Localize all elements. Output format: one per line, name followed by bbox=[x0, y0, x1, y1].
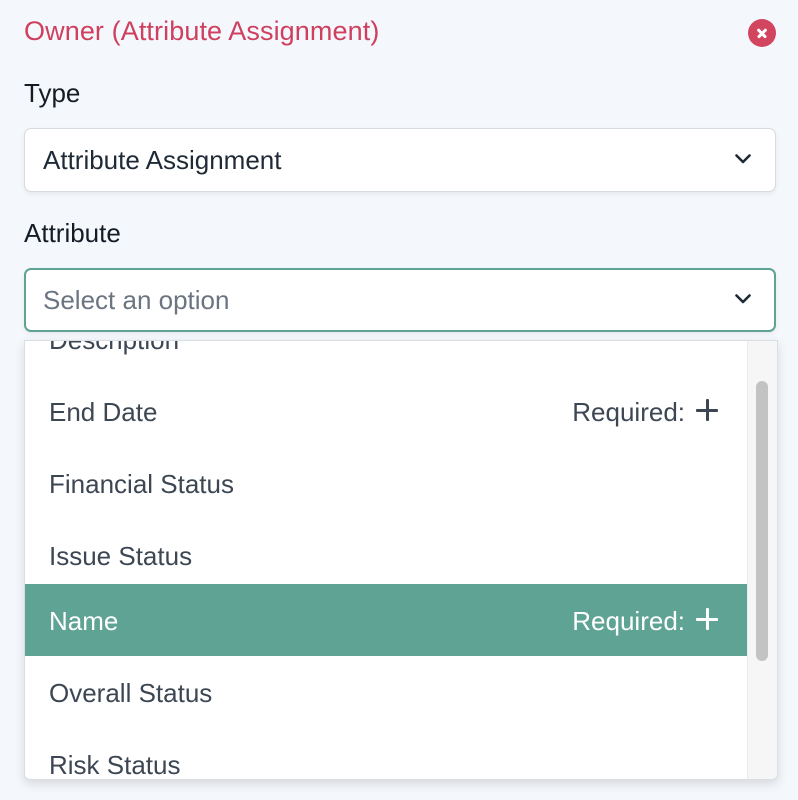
attribute-select[interactable]: Select an option bbox=[24, 268, 776, 332]
scrollbar-thumb[interactable] bbox=[756, 381, 768, 661]
type-select-value: Attribute Assignment bbox=[43, 145, 282, 175]
option-label: End Date bbox=[49, 397, 158, 427]
list-item-overall-status[interactable]: Overall Status bbox=[25, 656, 747, 728]
list-item-financial-status[interactable]: Financial Status bbox=[25, 447, 747, 519]
list-item-risk-status[interactable]: Risk Status bbox=[25, 728, 747, 780]
option-label: Risk Status bbox=[49, 750, 181, 780]
option-label: Financial Status bbox=[49, 469, 234, 499]
type-select[interactable]: Attribute Assignment bbox=[24, 128, 776, 192]
close-icon[interactable] bbox=[748, 19, 776, 47]
type-label: Type bbox=[24, 78, 81, 108]
attribute-select-placeholder: Select an option bbox=[43, 285, 230, 315]
option-label: Overall Status bbox=[49, 678, 213, 708]
chevron-down-icon bbox=[735, 294, 751, 304]
option-label: Name bbox=[49, 606, 119, 636]
required-label: Required: bbox=[572, 606, 685, 636]
dropdown-scrollbar[interactable] bbox=[747, 341, 777, 779]
panel-title: Owner (Attribute Assignment) bbox=[24, 16, 380, 46]
option-label: Description bbox=[49, 340, 180, 355]
attribute-label: Attribute bbox=[24, 218, 121, 248]
attribute-dropdown-list[interactable]: Description End Date Required: Financial… bbox=[24, 340, 778, 780]
plus-icon[interactable] bbox=[695, 398, 719, 422]
chevron-down-icon bbox=[735, 154, 751, 164]
option-label: Issue Status bbox=[49, 541, 193, 571]
attribute-assignment-panel: Owner (Attribute Assignment) Type Attrib… bbox=[0, 0, 798, 800]
list-item-name[interactable]: Name Required: bbox=[25, 584, 747, 656]
list-item-end-date[interactable]: End Date Required: bbox=[25, 375, 747, 447]
required-label: Required: bbox=[572, 397, 685, 427]
list-item-description[interactable]: Description bbox=[25, 340, 747, 375]
plus-icon[interactable] bbox=[695, 607, 719, 631]
list-item-issue-status[interactable]: Issue Status bbox=[25, 519, 747, 591]
